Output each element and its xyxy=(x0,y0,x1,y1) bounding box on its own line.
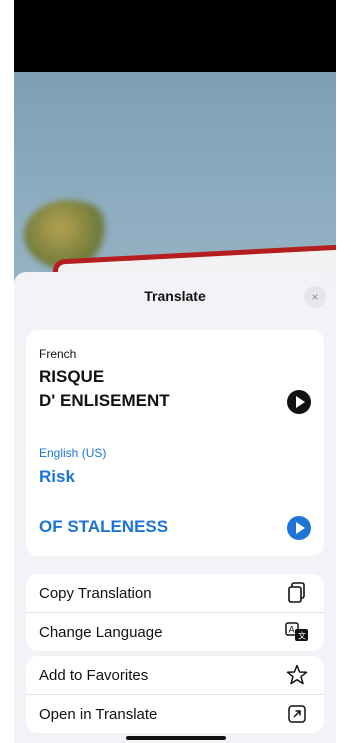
action-group-1: Copy Translation Change Language A 文 xyxy=(26,574,324,651)
copy-icon xyxy=(283,581,311,605)
target-language-label: English (US) xyxy=(39,446,107,460)
sheet-title: Translate xyxy=(144,288,206,304)
svg-text:文: 文 xyxy=(298,631,306,641)
translation-card: French RISQUE D' ENLISEMENT English (US)… xyxy=(26,330,324,556)
star-icon xyxy=(283,663,311,687)
source-text-line-2: D' ENLISEMENT xyxy=(39,391,170,410)
close-button[interactable]: × xyxy=(304,286,326,308)
home-indicator[interactable] xyxy=(126,736,226,740)
action-label: Copy Translation xyxy=(39,584,152,602)
target-text-line-1: Risk xyxy=(39,467,75,486)
translate-sheet: Translate × French RISQUE D' ENLISEMENT … xyxy=(14,272,336,743)
copy-translation-button[interactable]: Copy Translation xyxy=(26,574,324,612)
target-text-line-2: OF STALENESS xyxy=(39,517,169,536)
play-icon xyxy=(296,522,305,534)
action-label: Open in Translate xyxy=(39,705,158,723)
svg-text:A: A xyxy=(289,626,296,636)
action-label: Add to Favorites xyxy=(39,666,149,684)
play-icon xyxy=(296,396,305,408)
open-in-translate-button[interactable]: Open in Translate xyxy=(26,694,324,733)
action-group-2: Add to Favorites Open in Translate xyxy=(26,656,324,733)
source-language-label: French xyxy=(39,347,77,361)
play-target-button[interactable] xyxy=(287,516,311,540)
open-external-icon xyxy=(283,702,311,726)
add-to-favorites-button[interactable]: Add to Favorites xyxy=(26,656,324,694)
play-source-button[interactable] xyxy=(287,390,311,414)
action-label: Change Language xyxy=(39,623,163,641)
source-text-line-1: RISQUE xyxy=(39,367,105,386)
translate-icon: A 文 xyxy=(283,620,311,644)
camera-photo xyxy=(14,0,336,300)
close-icon: × xyxy=(311,290,319,304)
change-language-button[interactable]: Change Language A 文 xyxy=(26,612,324,651)
